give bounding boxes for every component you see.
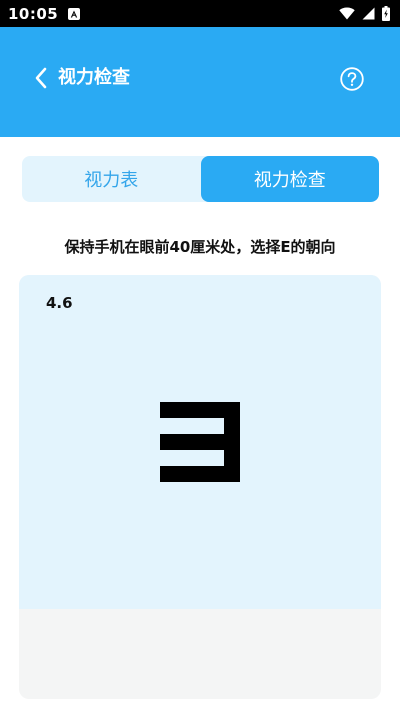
status-right (339, 6, 390, 21)
help-button[interactable] (340, 67, 364, 91)
tumbling-e-symbol (160, 402, 240, 482)
test-card: 4.6 (19, 275, 381, 699)
instruction-text: 保持手机在眼前40厘米处，选择E的朝向 (64, 238, 336, 256)
app-bar: 视力检查 (0, 27, 400, 137)
vision-level-label: 4.6 (46, 294, 73, 312)
battery-charging-icon (382, 6, 390, 21)
page-title: 视力检查 (58, 67, 130, 88)
tab-bar: 视力表 视力检查 (22, 156, 379, 202)
back-button[interactable] (28, 65, 54, 91)
help-circle-icon (340, 67, 364, 91)
tab-vision-chart[interactable]: 视力表 (22, 156, 201, 202)
wifi-icon (339, 7, 355, 20)
chevron-left-icon (35, 67, 47, 89)
test-display-area: 4.6 (19, 275, 381, 609)
status-time: 10:05 (8, 4, 59, 23)
status-left: 10:05 (8, 4, 81, 23)
signal-icon (362, 7, 375, 20)
notification-a-icon (68, 7, 81, 20)
tab-vision-test[interactable]: 视力检查 (200, 156, 379, 202)
status-bar: 10:05 (0, 0, 400, 27)
